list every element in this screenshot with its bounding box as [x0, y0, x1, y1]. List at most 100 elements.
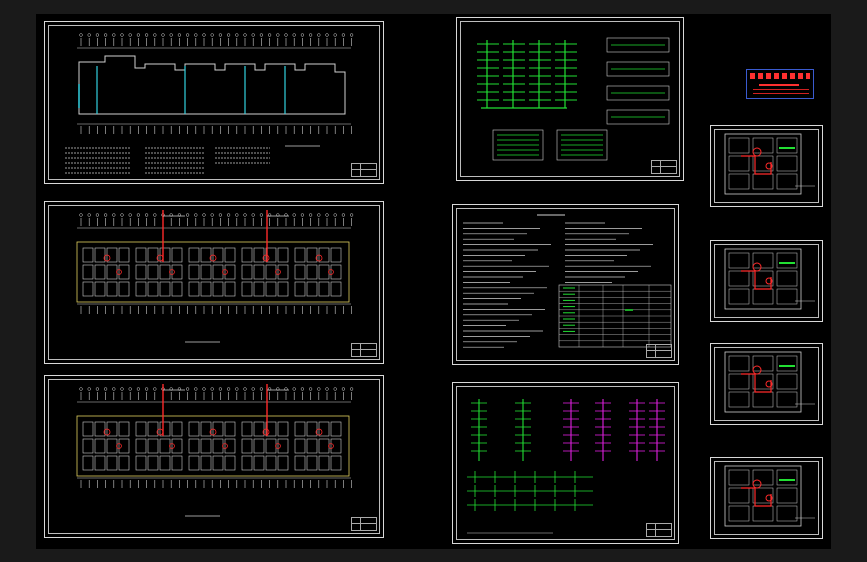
room	[135, 247, 147, 263]
room	[752, 137, 774, 154]
riser-diagram-drawing	[467, 399, 665, 534]
room	[147, 247, 159, 263]
room	[253, 247, 265, 263]
room	[135, 281, 147, 297]
room	[171, 264, 183, 280]
room	[135, 421, 147, 437]
axis-marker	[177, 33, 182, 37]
axis-marker	[87, 33, 91, 37]
room	[106, 281, 118, 297]
room	[94, 247, 106, 263]
room	[728, 288, 750, 305]
title-block	[351, 163, 377, 177]
axis-marker	[153, 387, 157, 391]
legend-text-block	[746, 69, 814, 99]
room	[728, 137, 750, 154]
axis-marker	[136, 387, 141, 391]
room	[82, 438, 94, 454]
sheet-design-notes[interactable]	[452, 204, 679, 365]
room	[776, 487, 798, 504]
axis-marker	[79, 387, 83, 391]
fixture	[752, 479, 762, 489]
axis-marker	[276, 33, 280, 37]
room	[253, 438, 265, 454]
sheet-riser-diagram-green[interactable]	[456, 17, 684, 181]
title-block	[646, 523, 672, 537]
room	[200, 281, 212, 297]
room	[277, 438, 289, 454]
axis-marker	[292, 33, 296, 37]
room	[224, 264, 236, 280]
sheet-floor-plan-2[interactable]	[44, 201, 384, 364]
room	[306, 421, 318, 437]
axis-marker	[333, 387, 337, 391]
fixture	[752, 262, 762, 272]
floor-plan-drawing	[76, 210, 354, 343]
axis-marker	[243, 33, 247, 37]
room	[188, 281, 200, 297]
room	[253, 455, 265, 471]
room	[752, 469, 774, 486]
unit-outline	[724, 248, 802, 310]
room	[330, 421, 342, 437]
sheet-unit-plan-3[interactable]	[710, 343, 823, 425]
room	[728, 355, 750, 372]
room	[82, 247, 94, 263]
room	[94, 281, 106, 297]
room	[212, 264, 224, 280]
axis-marker	[317, 387, 321, 391]
room	[752, 355, 774, 372]
room	[188, 247, 200, 263]
room	[306, 247, 318, 263]
legend-line	[753, 89, 809, 90]
axis-marker	[194, 213, 198, 217]
room	[118, 281, 130, 297]
sheet-riser-diagram-magenta[interactable]	[452, 382, 679, 544]
room	[135, 264, 147, 280]
room	[330, 264, 342, 280]
sheet-unit-plan-4[interactable]	[710, 457, 823, 539]
sheet-floor-plan-3[interactable]	[44, 375, 384, 538]
axis-marker	[79, 213, 83, 217]
axis-marker	[210, 387, 214, 391]
room	[277, 281, 289, 297]
room	[118, 438, 130, 454]
sheet-unit-plan-1[interactable]	[710, 125, 823, 207]
axis-marker	[153, 213, 157, 217]
axis-marker	[136, 33, 141, 37]
room	[294, 455, 306, 471]
axis-marker	[341, 33, 346, 37]
room	[188, 455, 200, 471]
room	[82, 264, 94, 280]
room	[171, 455, 183, 471]
sheet-unit-plan-2[interactable]	[710, 240, 823, 322]
room	[318, 264, 330, 280]
room	[188, 438, 200, 454]
axis-marker	[112, 213, 116, 217]
axis-marker	[341, 387, 346, 391]
axis-marker	[185, 33, 190, 37]
axis-marker	[210, 213, 214, 217]
axis-marker	[202, 213, 206, 217]
sheet-floor-plan-1[interactable]	[44, 21, 384, 184]
axis-marker	[267, 33, 272, 37]
axis-marker	[194, 387, 198, 391]
axis-marker	[235, 387, 239, 391]
axis-marker	[325, 213, 329, 217]
unit-plan-drawing	[724, 248, 815, 310]
room	[171, 247, 183, 263]
room	[294, 247, 306, 263]
room	[82, 455, 94, 471]
room	[224, 421, 236, 437]
room	[118, 264, 130, 280]
room	[752, 252, 774, 269]
axis-marker	[144, 213, 149, 217]
room	[106, 455, 118, 471]
room	[147, 455, 159, 471]
room	[277, 455, 289, 471]
unit-outline	[724, 465, 802, 527]
legend-line	[753, 93, 809, 94]
room	[82, 421, 94, 437]
axis-marker	[136, 213, 141, 217]
axis-marker	[161, 33, 165, 37]
